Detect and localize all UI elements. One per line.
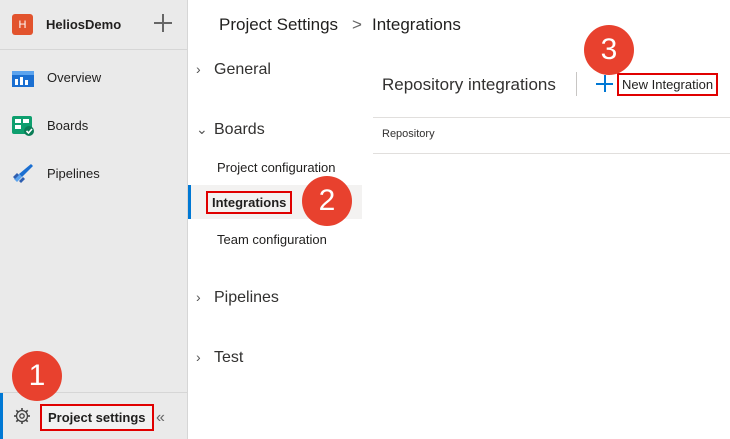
org-header[interactable]: H HeliosDemo [0,0,187,49]
collapse-icon[interactable]: « [156,409,165,427]
chevron-right-icon: › [196,349,201,365]
step-badge-3: 3 [584,25,634,75]
menu-item-integrations[interactable]: Integrations [206,191,293,214]
menu-item-team-configuration[interactable]: Team configuration [217,232,327,247]
nav-item-boards[interactable]: Boards [0,106,187,146]
section-label: General [214,61,271,78]
section-label: Test [214,349,244,366]
org-name[interactable]: HeliosDemo [46,17,121,32]
table-border [373,117,730,118]
nav-item-overview[interactable]: Overview [0,58,187,98]
chevron-right-icon: › [196,289,201,305]
org-avatar: H [12,14,33,35]
nav-item-pipelines[interactable]: Pipelines [0,154,187,194]
pipelines-icon [13,164,33,183]
add-icon[interactable] [153,13,173,33]
chevron-down-icon: ⌄ [196,121,208,137]
new-integration-button[interactable]: New Integration [617,73,719,96]
nav-label: Pipelines [47,166,100,181]
divider [0,49,187,50]
section-pipelines[interactable]: › Pipelines [196,289,279,307]
table-border [373,153,730,154]
project-settings-link[interactable]: Project settings [40,404,154,431]
selection-indicator [0,393,3,439]
chevron-right-icon: › [196,61,201,77]
section-boards[interactable]: ⌄ Boards [196,121,265,139]
chevron-right-icon: > [352,15,362,34]
section-test[interactable]: › Test [196,349,243,367]
gear-icon[interactable] [13,407,31,425]
boards-icon [12,116,34,136]
nav-label: Boards [47,118,89,133]
breadcrumb-root[interactable]: Project Settings [219,15,338,35]
plus-icon[interactable] [596,75,613,92]
page-title: Repository integrations [382,75,556,94]
section-label: Pipelines [214,289,279,306]
section-label: Boards [214,121,265,138]
breadcrumb-current: Integrations [372,15,461,34]
selection-indicator [188,185,191,219]
step-badge-2: 2 [302,176,352,226]
overview-icon [12,71,34,87]
menu-item-project-configuration[interactable]: Project configuration [217,160,336,175]
nav-label: Overview [47,70,102,85]
divider [576,72,577,96]
column-header-repository[interactable]: Repository [382,128,435,140]
section-general[interactable]: › General [196,61,271,79]
step-badge-1: 1 [12,351,62,401]
